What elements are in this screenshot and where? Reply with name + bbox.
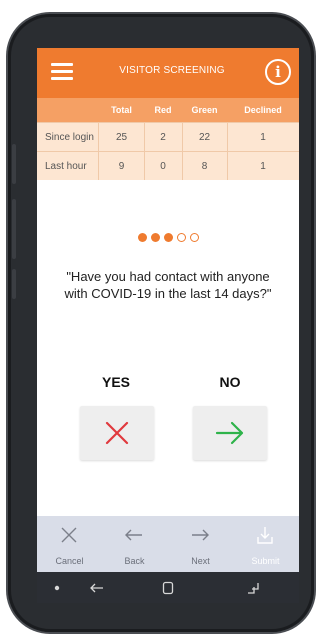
table-cell: 22 [182,123,228,151]
arrow-right-icon [215,421,244,445]
table-cell: 25 [99,123,145,151]
progress-dot-complete [150,233,160,242]
no-label: NO [219,374,241,390]
yes-button[interactable] [80,406,154,460]
progress-dot-pending [189,233,199,242]
stats-header-declined: Declined [244,105,282,115]
app-screen: VISITOR SCREENING i Total Red Green Decl… [37,48,299,603]
volume-button [12,144,16,184]
menu-icon[interactable] [51,63,73,81]
recents-icon[interactable] [239,572,267,603]
table-cell: 1 [260,131,266,143]
submit-button[interactable]: Submit [233,516,298,572]
info-icon[interactable]: i [265,59,291,85]
stats-table: Total Red Green Declined Since login 25 … [37,98,299,180]
bixby-button [12,269,16,299]
cancel-label: Cancel [55,556,84,566]
arrow-right-icon [192,529,209,541]
stats-header-red: Red [154,105,172,115]
screening-question: "Have you had contact with anyone with C… [64,269,272,301]
table-cell: 2 [144,123,183,151]
download-icon [257,527,273,544]
row-label: Since login [37,123,99,151]
page-title: VISITOR SCREENING [119,65,225,76]
yes-label: YES [101,374,130,390]
table-cell: 9 [99,152,145,180]
table-cell: 0 [144,152,183,180]
app-header: VISITOR SCREENING i [37,48,299,98]
table-cell: 8 [182,152,228,180]
bottom-toolbar: Cancel Back Next Submit [37,516,299,572]
stats-header-green: Green [191,105,218,115]
table-cell: 1 [260,160,266,172]
stats-header-row: Total Red Green Declined [37,98,299,122]
cancel-button[interactable]: Cancel [37,516,102,572]
back-label: Back [124,556,145,566]
next-label: Next [191,556,210,566]
progress-dots [37,233,299,242]
submit-label: Submit [251,556,280,566]
x-mark-icon [105,421,129,445]
back-button[interactable]: Back [102,516,167,572]
dot-icon[interactable] [45,572,69,603]
table-row: Last hour 9 0 8 1 [37,151,299,180]
side-button [12,199,16,259]
home-icon[interactable] [154,572,182,603]
system-nav-bar [37,572,299,603]
row-label: Last hour [37,152,99,180]
next-button[interactable]: Next [168,516,233,572]
arrow-left-icon [125,529,142,541]
close-icon [61,527,77,543]
progress-dot-complete [137,233,147,242]
no-button[interactable] [193,406,267,460]
back-icon[interactable] [83,572,111,603]
progress-dot-complete [163,233,173,242]
stats-header-cell [37,98,99,122]
table-row: Since login 25 2 22 1 [37,122,299,151]
stats-header-total: Total [111,105,132,115]
progress-dot-pending [176,233,186,242]
